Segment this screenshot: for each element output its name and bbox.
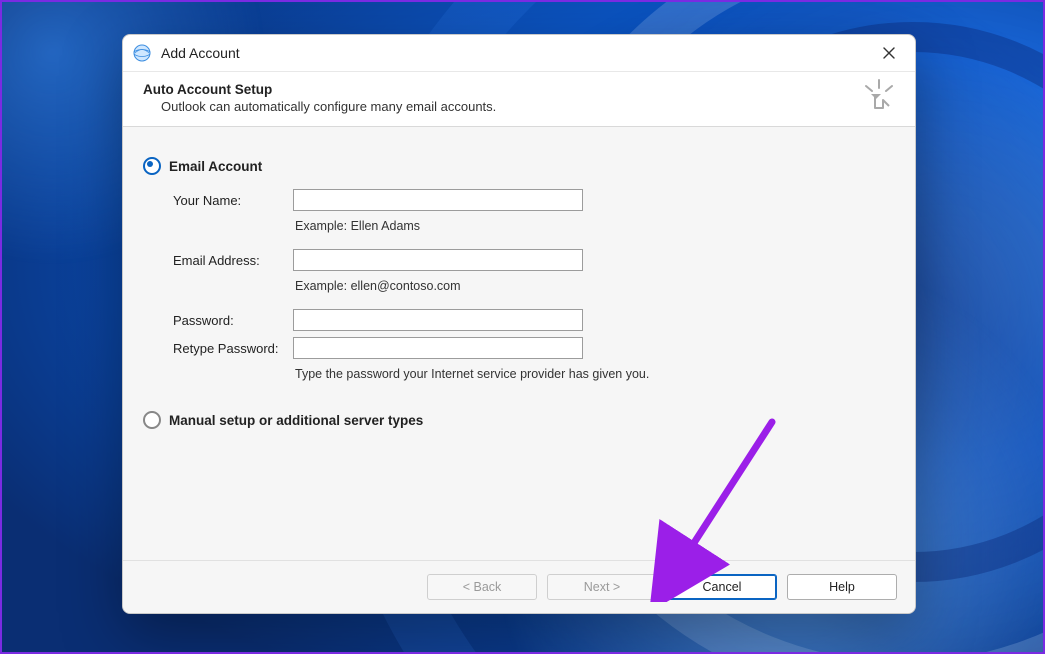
- dialog-title: Add Account: [161, 45, 240, 61]
- your-name-label: Your Name:: [173, 193, 293, 208]
- email-label: Email Address:: [173, 253, 293, 268]
- email-input[interactable]: [293, 249, 583, 271]
- password-input[interactable]: [293, 309, 583, 331]
- retype-password-label: Retype Password:: [173, 341, 293, 356]
- cancel-button-label: Cancel: [703, 580, 742, 594]
- desktop-background: Add Account Auto Account Setup Outlook c…: [0, 0, 1045, 654]
- wizard-header-subtitle: Outlook can automatically configure many…: [161, 99, 895, 114]
- email-hint: Example: ellen@contoso.com: [293, 277, 593, 303]
- back-button[interactable]: < Back: [427, 574, 537, 600]
- help-button[interactable]: Help: [787, 574, 897, 600]
- email-form: Your Name: Example: Ellen Adams Email Ad…: [173, 189, 895, 391]
- next-button[interactable]: Next >: [547, 574, 657, 600]
- retype-password-input[interactable]: [293, 337, 583, 359]
- your-name-hint: Example: Ellen Adams: [293, 217, 593, 243]
- wizard-header-title: Auto Account Setup: [143, 82, 895, 97]
- back-button-label: < Back: [463, 580, 502, 594]
- wizard-button-row: < Back Next > Cancel Help: [123, 560, 915, 613]
- add-account-dialog: Add Account Auto Account Setup Outlook c…: [122, 34, 916, 614]
- option-email-account-label: Email Account: [169, 159, 262, 174]
- wizard-content: Email Account Your Name: Example: Ellen …: [123, 127, 915, 560]
- titlebar: Add Account: [123, 35, 915, 72]
- retype-password-hint: Type the password your Internet service …: [293, 365, 715, 391]
- outlook-app-icon: [133, 44, 151, 62]
- option-email-account[interactable]: Email Account: [143, 157, 895, 175]
- wizard-header-icon: [861, 78, 897, 117]
- close-icon: [883, 47, 895, 59]
- next-button-label: Next >: [584, 580, 620, 594]
- close-button[interactable]: [869, 38, 909, 68]
- cancel-button[interactable]: Cancel: [667, 574, 777, 600]
- help-button-label: Help: [829, 580, 855, 594]
- wizard-header: Auto Account Setup Outlook can automatic…: [123, 72, 915, 127]
- option-manual-setup[interactable]: Manual setup or additional server types: [143, 411, 895, 429]
- radio-manual-setup[interactable]: [143, 411, 161, 429]
- option-manual-setup-label: Manual setup or additional server types: [169, 413, 423, 428]
- your-name-input[interactable]: [293, 189, 583, 211]
- radio-email-account[interactable]: [143, 157, 161, 175]
- password-label: Password:: [173, 313, 293, 328]
